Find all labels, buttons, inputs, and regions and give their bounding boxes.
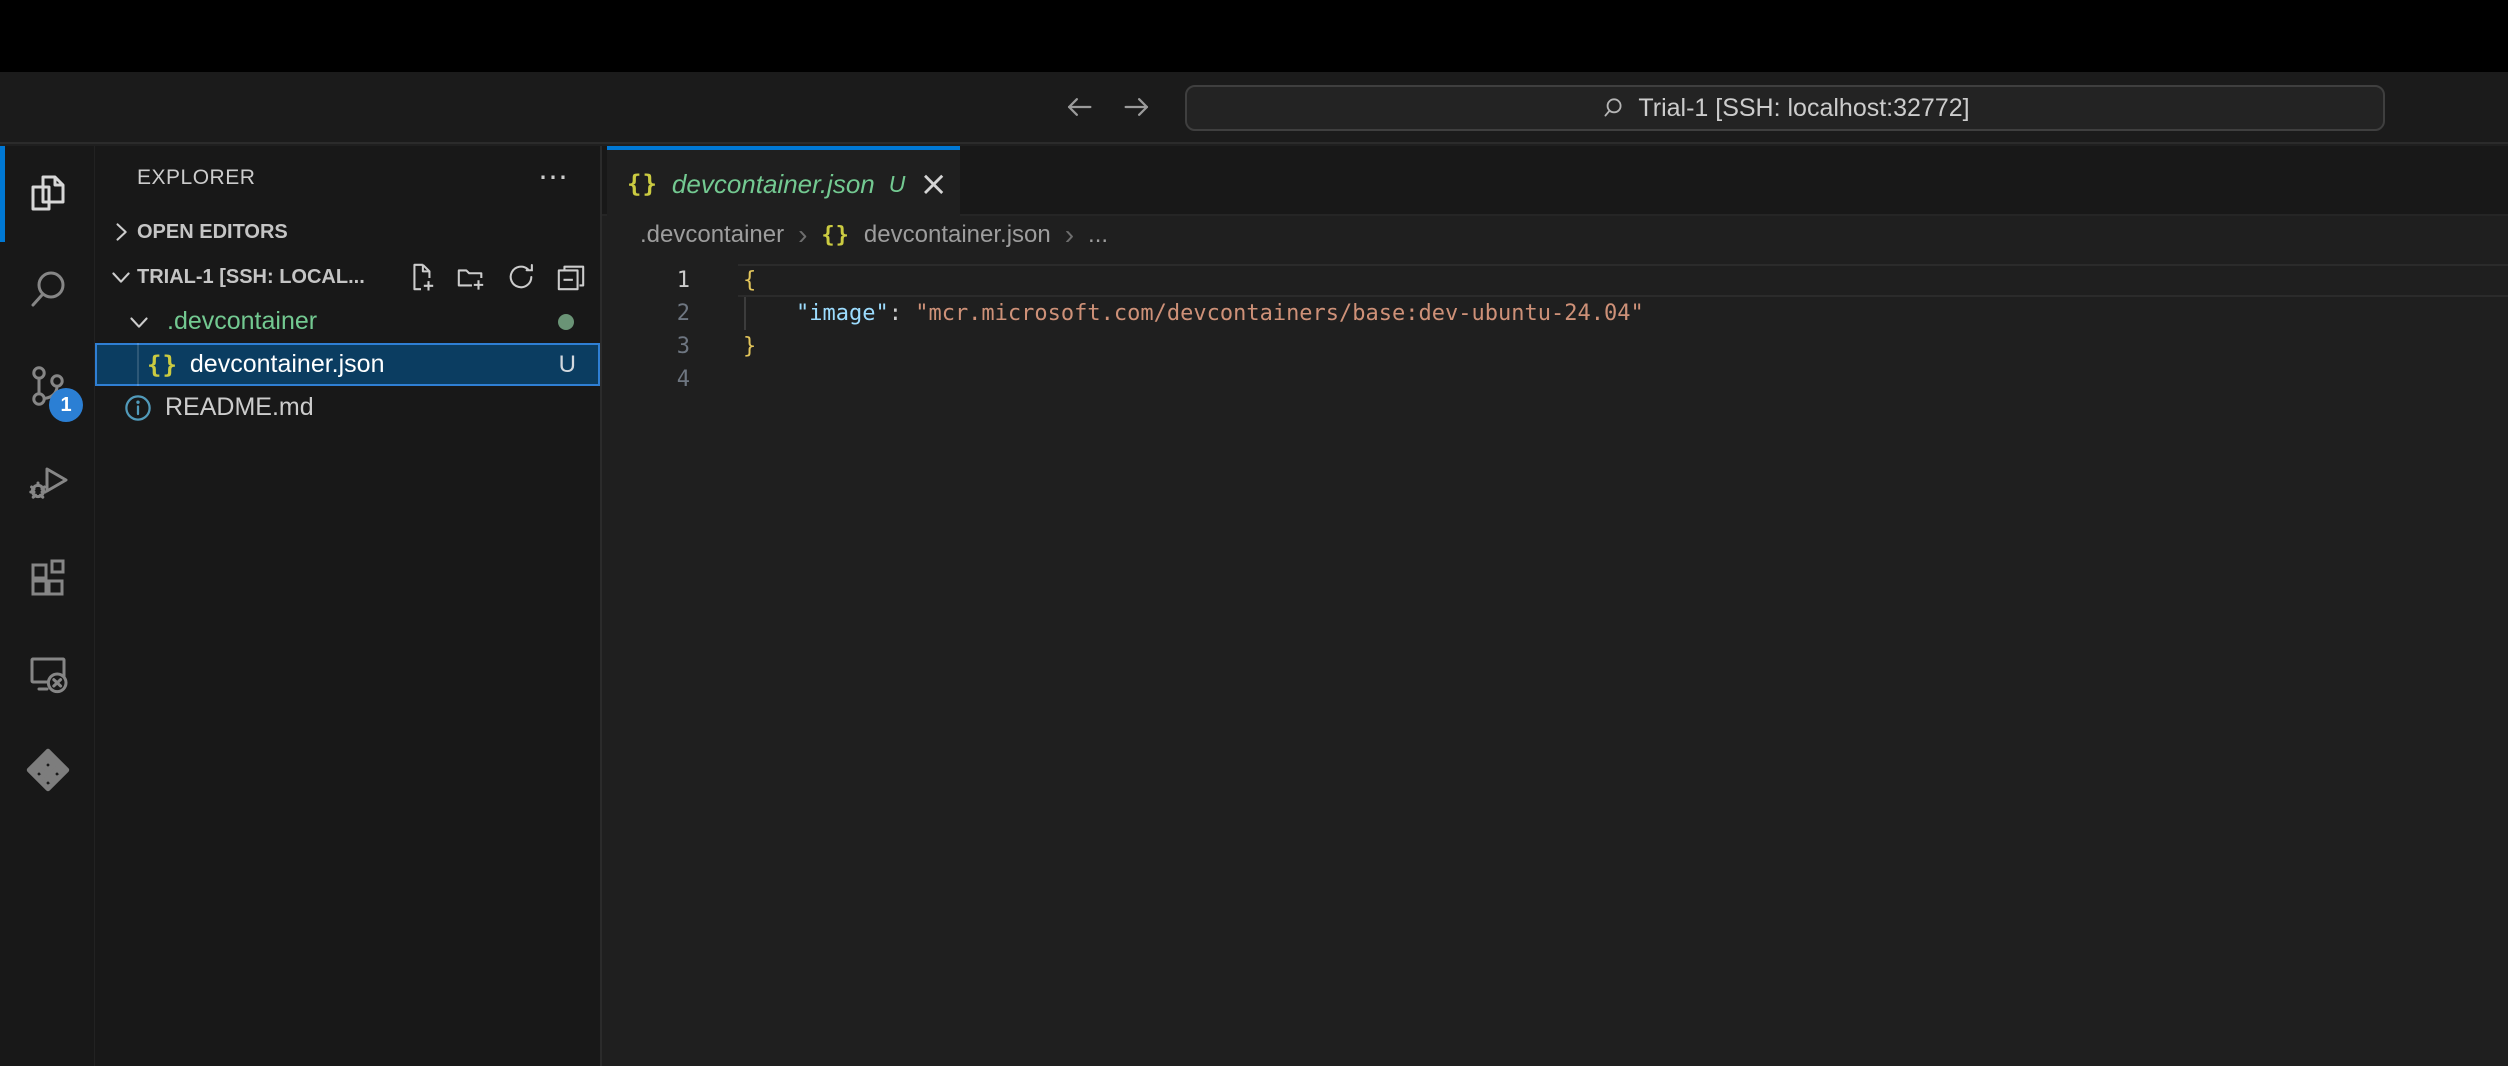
activitybar-run-debug[interactable] [0, 434, 95, 530]
search-icon [24, 266, 72, 314]
search-icon [1600, 95, 1626, 121]
navigate-forward-button[interactable] [1120, 90, 1154, 124]
collapse-folders-button[interactable] [556, 262, 586, 292]
code-line-content: { [743, 264, 756, 297]
chevron-right-icon [107, 218, 135, 246]
containers-icon [24, 746, 72, 794]
file-name: devcontainer.json [190, 350, 385, 379]
arrow-left-icon [1062, 90, 1096, 124]
chevron-down-icon [125, 308, 153, 336]
top-black-strip [0, 0, 2508, 72]
code-line-content: "image": "mcr.microsoft.com/devcontainer… [743, 297, 1644, 330]
editor-area: {} devcontainer.json U × .devcontainer ›… [602, 146, 2508, 1066]
code-line[interactable]: 3} [602, 330, 2508, 363]
tree-item-readme[interactable]: README.md [95, 386, 600, 429]
code-editor[interactable]: 1{2 "image": "mcr.microsoft.com/devconta… [602, 254, 2508, 1066]
code-line-content: } [743, 330, 756, 363]
activitybar-search[interactable] [0, 242, 95, 338]
navigate-back-button[interactable] [1062, 90, 1096, 124]
tree-item-devcontainer-json[interactable]: {} devcontainer.json U [95, 343, 600, 386]
command-center[interactable]: Trial-1 [SSH: localhost:32772] [1185, 85, 2385, 131]
activitybar-extensions[interactable] [0, 530, 95, 626]
line-number[interactable]: 1 [602, 264, 690, 297]
open-editors-label: OPEN EDITORS [137, 221, 600, 244]
title-bar: Trial-1 [SSH: localhost:32772] [0, 72, 2508, 144]
open-editors-section[interactable]: OPEN EDITORS [95, 210, 600, 254]
readme-info-icon [123, 393, 153, 423]
activitybar-remote-explorer[interactable] [0, 626, 95, 722]
sidebar-title: EXPLORER [137, 166, 255, 190]
tree-item-devcontainer-folder[interactable]: .devcontainer [95, 300, 600, 343]
json-file-icon: {} [627, 170, 658, 198]
tab-bar: {} devcontainer.json U × [602, 146, 2508, 216]
code-line[interactable]: 4 [602, 363, 2508, 396]
chevron-separator-icon: › [1065, 219, 1074, 251]
line-number[interactable]: 2 [602, 297, 690, 330]
current-line-highlight [738, 264, 2508, 297]
activitybar-explorer[interactable] [0, 146, 95, 242]
extensions-icon [24, 554, 72, 602]
breadcrumb-symbol[interactable]: ... [1088, 221, 1108, 249]
breadcrumb: .devcontainer › {} devcontainer.json › .… [602, 216, 2508, 254]
vscode-window: Trial-1 [SSH: localhost:32772] 1 [0, 0, 2508, 1066]
views-and-more-actions-button[interactable]: ⋯ [538, 168, 570, 188]
activitybar-containers[interactable] [0, 722, 95, 818]
folder-name: .devcontainer [167, 307, 317, 336]
line-number[interactable]: 4 [602, 363, 690, 396]
git-untracked-badge: U [559, 351, 576, 379]
file-tree: .devcontainer {} devcontainer.json U REA… [95, 300, 600, 429]
tab-label: devcontainer.json [672, 169, 875, 200]
workspace-section[interactable]: TRIAL-1 [SSH: LOCAL... [95, 254, 600, 300]
remote-explorer-icon [24, 650, 72, 698]
run-debug-icon [24, 458, 72, 506]
json-file-icon: {} [147, 351, 178, 379]
git-changes-dot [558, 314, 574, 330]
close-tab-button[interactable]: × [919, 167, 948, 201]
refresh-explorer-button[interactable] [506, 262, 536, 292]
new-file-button[interactable] [406, 262, 436, 292]
tab-devcontainer-json[interactable]: {} devcontainer.json U × [607, 146, 960, 218]
new-folder-button[interactable] [456, 262, 486, 292]
json-file-icon: {} [821, 223, 850, 248]
code-line[interactable]: 1{ [602, 264, 2508, 297]
sidebar-header: EXPLORER ⋯ [95, 146, 600, 210]
arrow-right-icon [1120, 90, 1154, 124]
chevron-down-icon [107, 263, 135, 291]
file-name: README.md [165, 393, 314, 422]
workspace-label: TRIAL-1 [SSH: LOCAL... [137, 266, 398, 289]
breadcrumb-folder[interactable]: .devcontainer [640, 221, 784, 249]
source-control-badge: 1 [49, 388, 83, 422]
command-center-text: Trial-1 [SSH: localhost:32772] [1638, 94, 1969, 123]
chevron-separator-icon: › [798, 219, 807, 251]
breadcrumb-file[interactable]: devcontainer.json [864, 221, 1051, 249]
activitybar-source-control[interactable]: 1 [0, 338, 95, 434]
tab-modified-badge: U [889, 171, 906, 198]
code-line[interactable]: 2 "image": "mcr.microsoft.com/devcontain… [602, 297, 2508, 330]
line-number[interactable]: 3 [602, 330, 690, 363]
files-icon [24, 170, 72, 218]
tree-indent-guide [137, 343, 139, 386]
explorer-sidebar: EXPLORER ⋯ OPEN EDITORS TRIAL-1 [SSH: LO… [95, 146, 602, 1066]
code-lines: 1{2 "image": "mcr.microsoft.com/devconta… [602, 264, 2508, 396]
activity-bar: 1 [0, 146, 95, 1066]
